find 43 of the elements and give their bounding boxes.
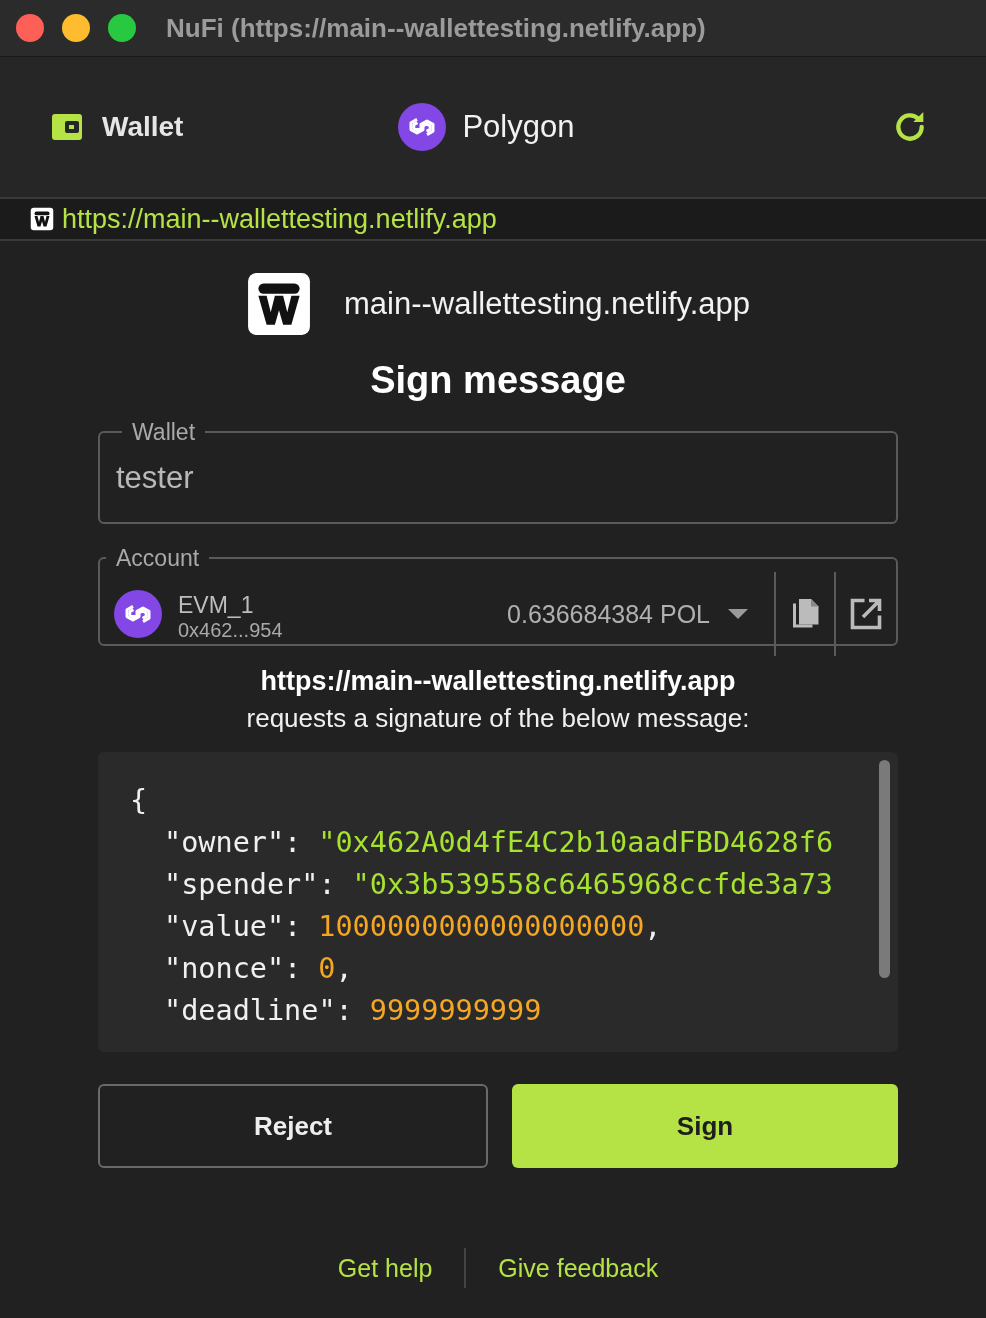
reject-button[interactable]: Reject: [98, 1084, 488, 1168]
field-value: tester: [116, 460, 195, 496]
footer-link[interactable]: Get help: [337, 1253, 433, 1283]
window-title: NuFi (https://main--wallettesting.netlify.app): [166, 12, 706, 44]
polygon-icon: [398, 103, 447, 151]
external-link-icon: [848, 596, 884, 632]
wallet-icon: [50, 111, 84, 143]
code-value: 0: [318, 951, 336, 987]
code-key: "nonce":: [164, 948, 302, 990]
code-text: ,: [335, 951, 353, 987]
code-value: "0x462A0d4fE4C2b10aadFBD4628f6: [318, 825, 834, 861]
network-selector[interactable]: Polygon: [398, 103, 575, 151]
code-value: 1000000000000000000: [318, 909, 645, 945]
account-balance: 0.636684384 POL: [507, 599, 710, 629]
minimize-button[interactable]: [62, 14, 90, 42]
footer-link[interactable]: Give feedback: [498, 1253, 659, 1283]
account-selector[interactable]: EVM_1 0x462...954 0.636684384 POL: [100, 572, 776, 656]
page-heading: Sign message: [370, 359, 626, 402]
code-key: "spender":: [164, 864, 336, 906]
code-key: "value":: [164, 906, 302, 948]
close-button[interactable]: [16, 14, 44, 42]
polygon-icon: [114, 590, 162, 638]
code-text: ,: [644, 909, 662, 945]
field-label: Account: [115, 544, 201, 572]
request-origin: https://main--wallettesting.netlify.app: [259, 666, 737, 697]
wallet-button[interactable]: Wallet: [50, 111, 184, 143]
field-label: Wallet: [131, 418, 197, 446]
sign-button[interactable]: Sign: [512, 1084, 898, 1168]
site-domain: main--wallettesting.netlify.app: [343, 286, 751, 322]
zoom-button[interactable]: [108, 14, 136, 42]
code-value: "0x3b539558c6465968ccfde3a73: [352, 867, 834, 903]
code-key: "deadline":: [164, 990, 353, 1032]
scrollbar[interactable]: [879, 760, 890, 978]
site-logo-icon: [245, 271, 312, 337]
code-value: 9999999999: [369, 993, 542, 1029]
caret-icon: [728, 609, 748, 619]
code-key: "owner":: [164, 822, 302, 864]
request-text: requests a signature of the below message:: [246, 703, 750, 734]
account-name: EVM_1: [178, 592, 255, 619]
account-address: 0x462...954: [178, 619, 283, 642]
site-logo-icon: [30, 207, 54, 231]
origin-url: https://main--wallettesting.netlify.app: [62, 203, 497, 235]
code-text: {: [130, 783, 148, 819]
